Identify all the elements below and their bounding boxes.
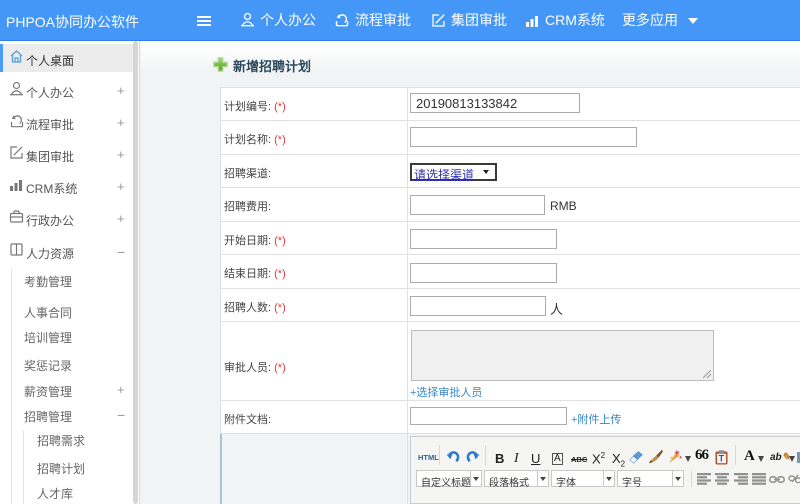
svg-text:T: T	[719, 454, 725, 464]
